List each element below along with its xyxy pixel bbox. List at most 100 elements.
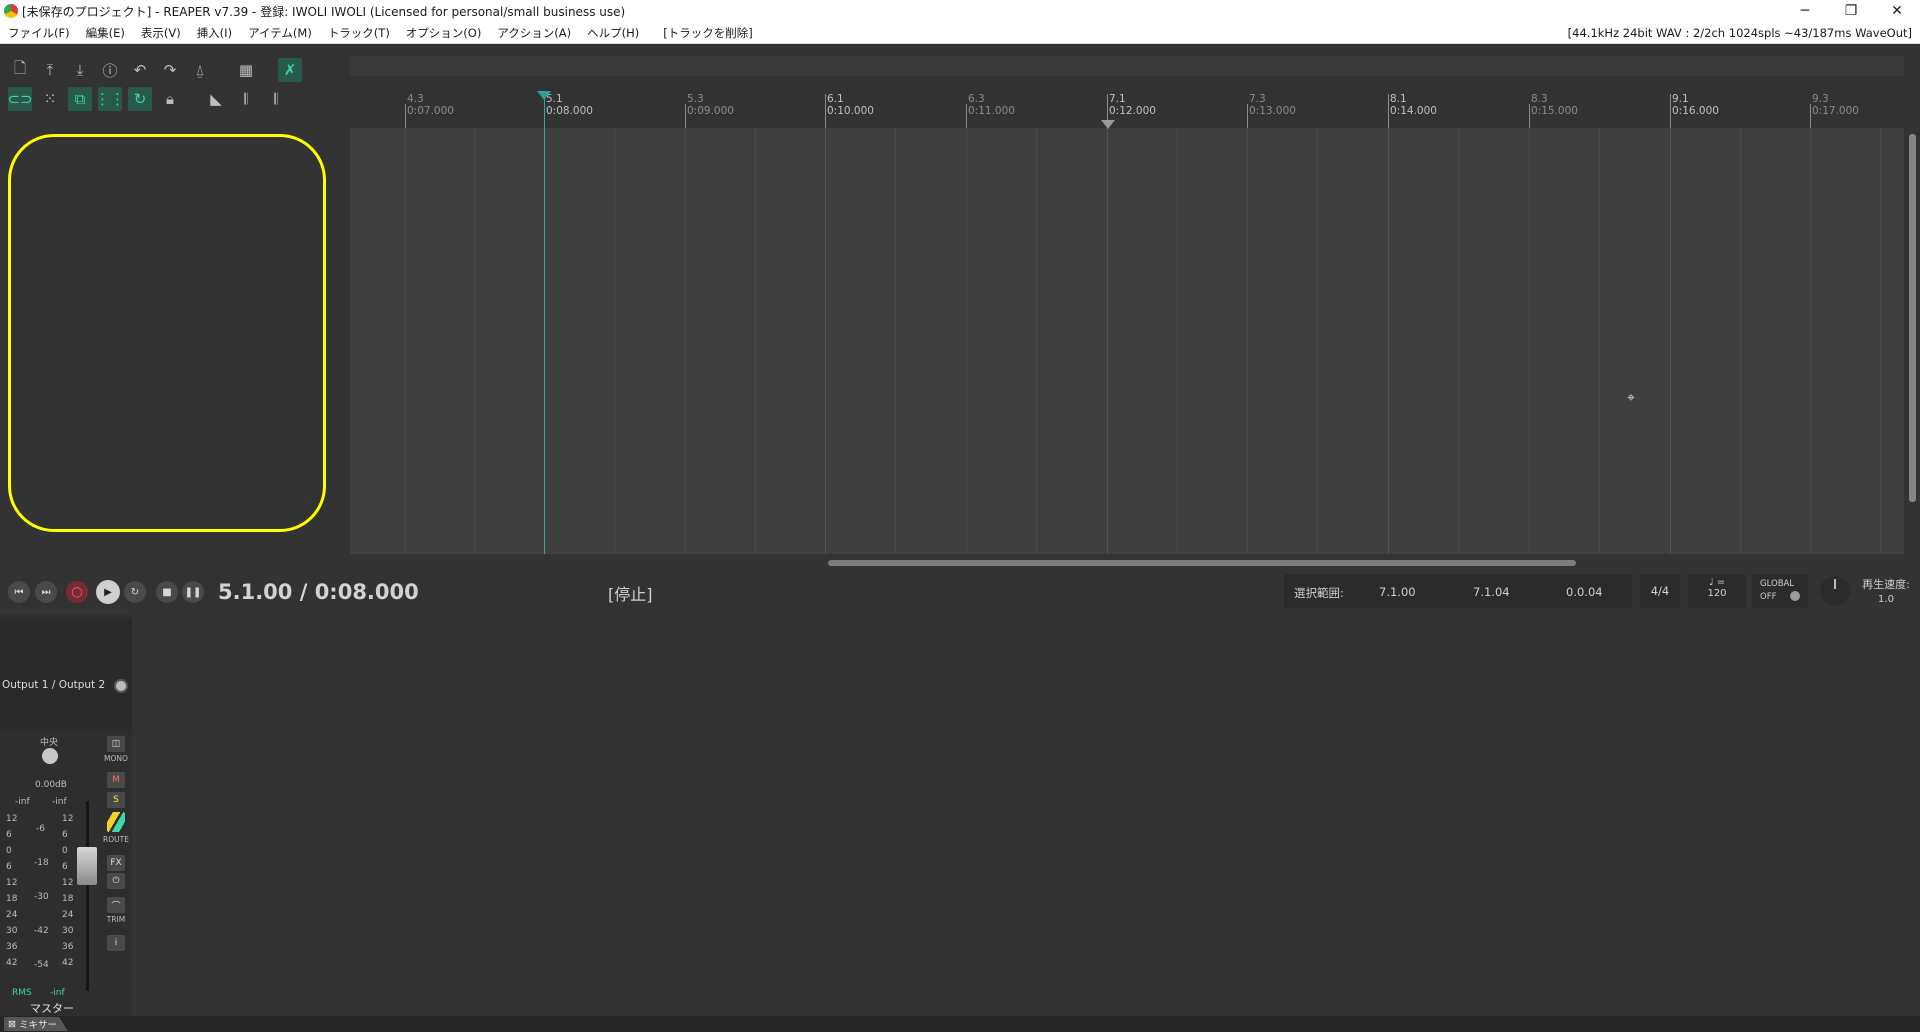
piano-icon[interactable]: 𝄃 bbox=[264, 87, 288, 111]
edit-cursor-marker[interactable] bbox=[537, 91, 551, 100]
grid-lines-icon[interactable]: ⋮⋮ bbox=[95, 87, 125, 111]
global-dropdown-icon[interactable] bbox=[1790, 591, 1800, 601]
grid-line bbox=[1810, 128, 1811, 554]
mono-label: MONO bbox=[104, 754, 128, 763]
route-button[interactable] bbox=[107, 812, 125, 832]
playrate-knob[interactable] bbox=[1820, 576, 1850, 606]
global-automation-box[interactable]: GLOBAL OFF bbox=[1752, 574, 1808, 608]
arrange-view[interactable] bbox=[350, 128, 1904, 554]
grid-line bbox=[895, 128, 896, 554]
grid-line bbox=[1036, 128, 1037, 554]
timeline-ruler[interactable]: 4.3 0:07.000 5.1 0:08.000 5.3 0:09.000 6… bbox=[350, 90, 1904, 128]
scale-label: 6 bbox=[6, 862, 12, 872]
ruler-bar-label: 8.3 bbox=[1531, 93, 1548, 105]
output-knob-icon[interactable] bbox=[114, 679, 128, 693]
selection-marker[interactable] bbox=[1101, 120, 1115, 129]
project-settings-icon[interactable]: ⓘ bbox=[98, 58, 122, 82]
ruler-tick bbox=[1529, 104, 1530, 128]
lock-icon[interactable]: 🔒︎ bbox=[158, 87, 182, 111]
record-button[interactable]: ◯ bbox=[66, 581, 88, 603]
grid-snap-icon[interactable]: ⁙ bbox=[38, 87, 62, 111]
ruler-bar-label: 9.1 bbox=[1672, 93, 1689, 105]
trim-envelope-icon[interactable]: ⌒ bbox=[107, 897, 125, 913]
master-io-box[interactable]: Output 1 / Output 2 bbox=[0, 619, 132, 729]
grid-line bbox=[1247, 128, 1248, 554]
selection-end[interactable]: 7.1.04 bbox=[1473, 585, 1510, 599]
repeat-button[interactable]: ↻ bbox=[124, 581, 146, 603]
menu-help[interactable]: ヘルプ(H) bbox=[579, 25, 647, 41]
scale-label: 36 bbox=[6, 942, 18, 952]
selection-start[interactable]: 7.1.00 bbox=[1379, 585, 1416, 599]
grid-line bbox=[685, 128, 686, 554]
tempo-value[interactable]: 120 bbox=[1688, 588, 1746, 599]
pause-button[interactable]: ❚❚ bbox=[182, 581, 204, 603]
menu-item[interactable]: アイテム(M) bbox=[240, 25, 320, 41]
menu-file[interactable]: ファイル(F) bbox=[0, 25, 78, 41]
peak-right: -inf bbox=[52, 797, 67, 807]
playrate-display[interactable]: 再生速度: 1.0 bbox=[1856, 576, 1916, 605]
ripple-icon[interactable]: ✗ bbox=[278, 58, 302, 82]
stop-button[interactable]: ■ bbox=[156, 581, 178, 603]
info-button[interactable]: i bbox=[107, 935, 125, 951]
loop-icon[interactable]: ↻ bbox=[128, 87, 152, 111]
time-display[interactable]: 5.1.00 / 0:08.000 bbox=[218, 580, 419, 604]
maximize-button[interactable]: ❐ bbox=[1828, 0, 1874, 22]
menu-delete-track-action[interactable]: [トラックを削除] bbox=[655, 25, 760, 41]
menu-actions[interactable]: アクション(A) bbox=[489, 25, 579, 41]
audio-device-status[interactable]: [44.1kHz 24bit WAV : 2/2ch 1024spls ~43/… bbox=[1568, 26, 1920, 40]
save-project-icon[interactable]: ⤓ bbox=[68, 58, 92, 82]
ruler-tick bbox=[685, 104, 686, 128]
vertical-scroll-thumb[interactable] bbox=[1909, 134, 1916, 502]
midi-icon[interactable]: 𝄃 bbox=[234, 87, 258, 111]
horizontal-scrollbar[interactable] bbox=[350, 554, 1920, 572]
volume-fader-handle[interactable] bbox=[77, 847, 97, 885]
horizontal-scroll-thumb[interactable] bbox=[828, 560, 1576, 566]
scale-label: 42 bbox=[6, 958, 18, 968]
envelope-link-icon[interactable]: ⧉ bbox=[68, 87, 92, 111]
close-button[interactable]: ✕ bbox=[1874, 0, 1920, 22]
ruler-bar-label: 8.1 bbox=[1390, 93, 1407, 105]
edit-cursor-line[interactable] bbox=[544, 96, 545, 554]
mono-button[interactable]: ◫ bbox=[107, 736, 125, 752]
menu-view[interactable]: 表示(V) bbox=[133, 25, 189, 41]
scale-label: 0 bbox=[62, 846, 68, 856]
grid-icon[interactable]: ▦ bbox=[234, 58, 258, 82]
metronome-icon[interactable]: ⍙ bbox=[188, 58, 212, 82]
undo-icon[interactable]: ↶ bbox=[128, 58, 152, 82]
menu-edit[interactable]: 編集(E) bbox=[78, 25, 133, 41]
pan-knob[interactable] bbox=[42, 748, 58, 764]
master-output-label[interactable]: Output 1 / Output 2 bbox=[2, 679, 105, 691]
solo-button[interactable]: S bbox=[107, 792, 125, 808]
menu-track[interactable]: トラック(T) bbox=[320, 25, 398, 41]
window-title: [未保存のプロジェクト] - REAPER v7.39 - 登録: IWOLI … bbox=[22, 4, 626, 19]
title-bar: [未保存のプロジェクト] - REAPER v7.39 - 登録: IWOLI … bbox=[0, 0, 1920, 22]
new-project-icon[interactable]: 🗋 bbox=[8, 58, 32, 82]
fx-bypass-icon[interactable]: ⏻ bbox=[107, 873, 125, 889]
mixer-tab[interactable]: ⊠ ミキサー bbox=[4, 1017, 68, 1031]
scale-label: 30 bbox=[6, 926, 18, 936]
time-signature[interactable]: 4/4 bbox=[1640, 574, 1680, 608]
redo-icon[interactable]: ↷ bbox=[158, 58, 182, 82]
play-button[interactable]: ▶ bbox=[96, 580, 120, 604]
vertical-scrollbar[interactable] bbox=[1904, 128, 1920, 554]
minimize-button[interactable]: ─ bbox=[1782, 0, 1828, 22]
open-project-icon[interactable]: ⤒ bbox=[38, 58, 62, 82]
scale-label: 42 bbox=[62, 958, 74, 968]
selection-length[interactable]: 0.0.04 bbox=[1566, 585, 1603, 599]
item-tool-icon[interactable]: ◣ bbox=[204, 87, 228, 111]
fx-button[interactable]: FX bbox=[107, 855, 125, 871]
ruler-tick bbox=[405, 104, 406, 128]
ruler-time-label: 0:15.000 bbox=[1531, 105, 1578, 117]
link-icon[interactable]: ⊂⊃ bbox=[7, 87, 33, 111]
ruler-tick bbox=[1670, 94, 1671, 128]
menu-options[interactable]: オプション(O) bbox=[398, 25, 490, 41]
volume-readout[interactable]: 0.00dB bbox=[35, 780, 67, 790]
go-to-end-button[interactable]: ⏭ bbox=[35, 581, 57, 603]
mute-button[interactable]: M bbox=[107, 772, 125, 788]
tempo-box[interactable]: ♩ = 120 bbox=[1688, 574, 1746, 608]
go-to-start-button[interactable]: ⏮ bbox=[8, 581, 30, 603]
menu-insert[interactable]: 挿入(I) bbox=[189, 25, 240, 41]
selection-info[interactable]: 選択範囲: 7.1.00 7.1.04 0.0.04 bbox=[1284, 574, 1632, 608]
ruler-time-label: 0:12.000 bbox=[1109, 105, 1156, 117]
volume-fader-track[interactable] bbox=[86, 801, 89, 991]
